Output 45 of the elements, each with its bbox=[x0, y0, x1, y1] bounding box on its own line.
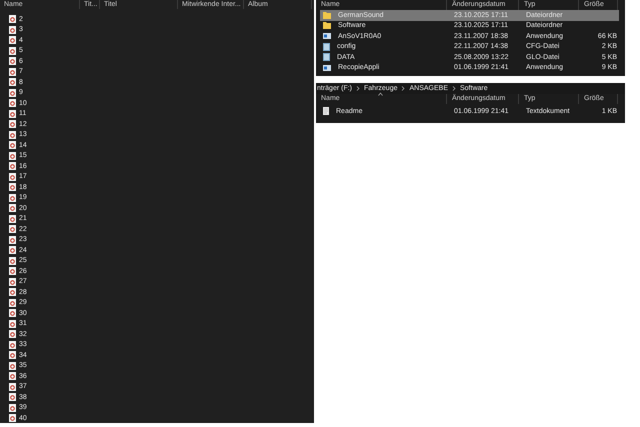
document-icon bbox=[323, 107, 329, 116]
audio-file-icon bbox=[9, 130, 16, 139]
audio-file-icon bbox=[9, 183, 16, 192]
audio-file-icon bbox=[9, 68, 16, 76]
audio-file-icon bbox=[9, 78, 16, 86]
audio-file-icon bbox=[9, 298, 16, 307]
audio-file-icon bbox=[9, 330, 16, 338]
chevron-icon bbox=[401, 86, 406, 91]
audio-file-icon bbox=[9, 288, 16, 296]
audio-file-icon bbox=[9, 404, 16, 412]
audio-file-icon bbox=[9, 320, 16, 328]
audio-file-icon bbox=[9, 110, 16, 118]
audio-file-icon bbox=[9, 194, 16, 202]
audio-file-icon bbox=[9, 372, 16, 380]
chevron-icon bbox=[452, 86, 456, 91]
application-icon bbox=[323, 33, 331, 40]
audio-file-icon bbox=[9, 214, 16, 223]
audio-file-icon bbox=[9, 204, 16, 212]
audio-file-icon bbox=[9, 162, 16, 170]
audio-file-icon bbox=[9, 267, 16, 276]
audio-file-icon bbox=[9, 236, 16, 244]
audio-file-icon bbox=[9, 414, 16, 422]
audio-file-icon bbox=[9, 152, 16, 160]
audio-file-icon bbox=[9, 340, 16, 349]
audio-file-icon bbox=[9, 246, 16, 254]
audio-file-icon bbox=[9, 36, 16, 44]
audio-file-icon bbox=[9, 120, 16, 128]
audio-file-icon bbox=[9, 88, 16, 97]
chevron-icon bbox=[356, 86, 360, 91]
audio-file-icon bbox=[9, 256, 16, 265]
audio-file-icon bbox=[9, 393, 16, 402]
audio-file-icon bbox=[9, 99, 16, 108]
audio-file-icon bbox=[9, 278, 16, 286]
audio-file-icon bbox=[9, 46, 16, 55]
application-icon bbox=[323, 64, 331, 71]
audio-file-icon bbox=[9, 362, 16, 370]
audio-file-icon bbox=[9, 57, 16, 66]
audio-file-icon bbox=[9, 225, 16, 234]
audio-file-icon bbox=[9, 26, 16, 34]
audio-file-icon bbox=[9, 141, 16, 150]
audio-file-icon bbox=[9, 351, 16, 360]
audio-file-icon bbox=[9, 382, 16, 391]
audio-file-icon bbox=[9, 309, 16, 318]
audio-file-icon bbox=[9, 172, 16, 181]
audio-file-icon bbox=[9, 15, 16, 24]
